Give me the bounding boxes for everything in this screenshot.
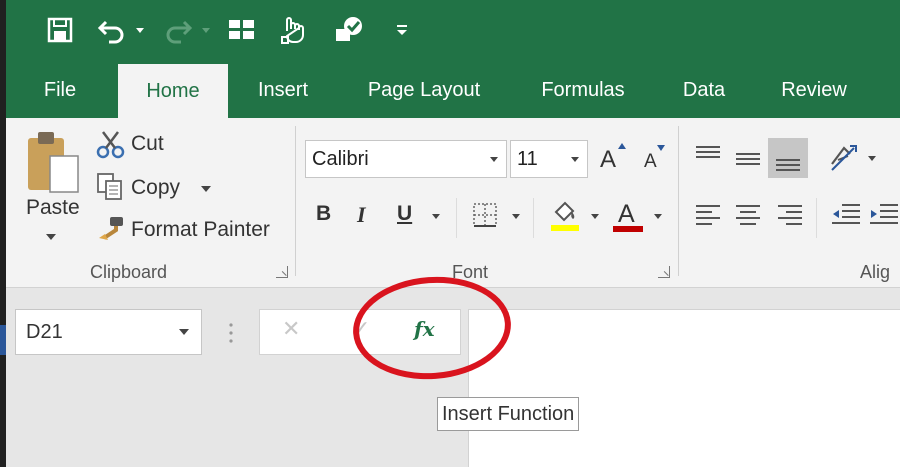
window-edge-accent [0,325,6,355]
format-painter-icon [96,214,126,244]
fill-color-dropdown-icon[interactable] [591,214,599,219]
paste-button[interactable]: Paste [26,196,80,220]
shrink-arrow-icon [657,145,665,151]
tab-file[interactable]: File [28,62,92,118]
redo-icon[interactable] [160,12,196,48]
undo-dropdown-icon[interactable] [132,12,148,48]
quick-access-toolbar [0,0,900,62]
underline-dropdown-icon[interactable] [432,214,440,219]
paste-icon[interactable] [24,130,82,202]
font-color-swatch [613,226,643,232]
bottom-align-button[interactable] [768,138,808,178]
orientation-dropdown-icon[interactable] [868,156,876,161]
font-divider [533,198,534,238]
copy-button[interactable]: Copy [131,176,180,200]
group-divider [295,126,296,276]
tab-formulas[interactable]: Formulas [526,62,640,118]
alignment-group-label: Alig [860,262,891,282]
cancel-button[interactable]: ✕ [282,316,300,342]
borders-dropdown-icon[interactable] [512,214,520,219]
formula-bar-grip-icon[interactable] [229,322,233,344]
alignment-divider [816,198,817,238]
undo-icon[interactable] [94,12,130,48]
ribbon-tabs: File Home Insert Page Layout Formulas Da… [0,62,900,120]
name-box-value: D21 [26,321,63,343]
decrease-indent-icon[interactable] [830,202,862,228]
redo-dropdown-icon[interactable] [198,12,214,48]
copy-dropdown-icon[interactable] [201,186,211,192]
font-name-dropdown-icon[interactable] [490,157,498,162]
tab-page-layout[interactable]: Page Layout [352,62,496,118]
grow-arrow-icon [618,143,626,149]
underline-button[interactable]: U [397,202,412,226]
format-painter-button[interactable]: Format Painter [131,218,270,242]
orientation-icon[interactable] [828,142,862,174]
cut-button[interactable]: Cut [131,132,164,156]
touch-mode-icon[interactable] [276,12,312,48]
font-size-box[interactable]: 11 [510,140,588,178]
formula-input[interactable] [468,309,900,467]
align-right-icon[interactable] [776,204,804,226]
top-align-icon[interactable] [694,144,722,166]
font-color-button[interactable]: A [618,200,635,229]
table-icon[interactable] [224,12,260,48]
font-size-dropdown-icon[interactable] [571,157,579,162]
bold-button[interactable]: B [316,202,331,226]
align-left-icon[interactable] [694,204,722,226]
copy-icon [96,172,126,202]
clipboard-launcher-icon[interactable] [276,266,288,278]
font-launcher-icon[interactable] [658,266,670,278]
group-divider [678,126,679,276]
tab-review[interactable]: Review [768,62,860,118]
insert-function-tooltip: Insert Function [437,397,580,431]
fill-color-icon[interactable] [548,198,582,232]
font-divider [456,198,457,238]
customize-icon[interactable] [392,12,412,48]
middle-align-icon[interactable] [734,148,762,170]
font-size-value: 11 [517,148,538,170]
check-icon[interactable] [330,12,368,48]
font-color-dropdown-icon[interactable] [654,214,662,219]
grow-font-button[interactable]: A [600,146,616,174]
font-name-value: Calibri [312,148,369,170]
align-center-icon[interactable] [734,204,762,226]
tab-insert[interactable]: Insert [244,62,322,118]
name-box-dropdown-icon[interactable] [179,329,189,335]
paste-dropdown-icon[interactable] [46,234,56,240]
name-box[interactable]: D21 [15,309,202,355]
tab-data[interactable]: Data [668,62,740,118]
excel-window: File Home Insert Page Layout Formulas Da… [0,0,900,467]
scissors-icon [96,130,126,160]
shrink-font-button[interactable]: A [644,151,657,173]
increase-indent-icon[interactable] [868,202,900,228]
font-name-box[interactable]: Calibri [305,140,507,178]
italic-button[interactable]: I [357,202,366,228]
window-left-edge [0,0,6,467]
tab-home[interactable]: Home [118,64,228,120]
borders-icon[interactable] [472,202,498,228]
ribbon-home: Paste Cut Copy Format Painter Clipboard … [0,118,900,288]
clipboard-group-label: Clipboard [90,262,168,282]
save-icon[interactable] [42,12,78,48]
